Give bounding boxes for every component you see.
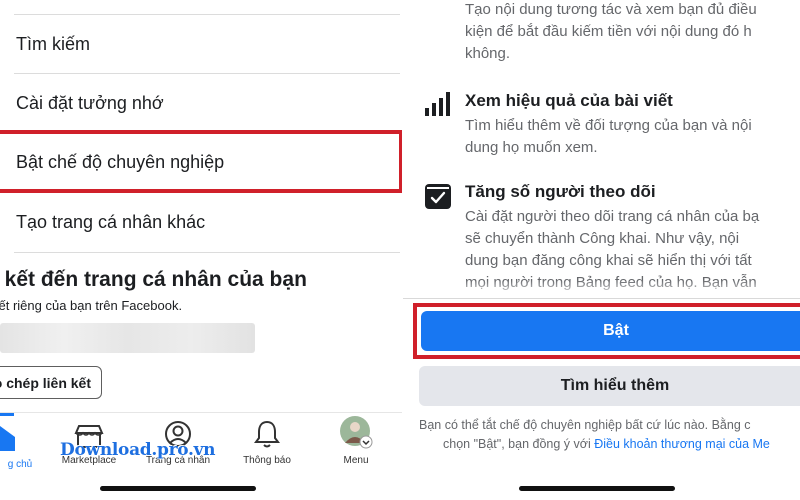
tab-home[interactable]: g chủ [0, 413, 45, 483]
profile-url-field [0, 323, 255, 353]
tab-label: Thông báo [243, 455, 291, 466]
highlight-box [0, 130, 402, 193]
learn-more-button[interactable]: Tìm hiểu thêm [419, 366, 800, 406]
copy-link-button[interactable]: o chép liên kết [0, 366, 102, 399]
divider [403, 298, 800, 299]
bell-icon [253, 413, 281, 449]
tab-menu[interactable]: Menu [311, 413, 401, 483]
feature-desc-line: dung bạn đăng công khai sẽ hiển thị với … [465, 252, 752, 269]
menu-item-create-profile[interactable]: Tạo trang cá nhân khác [0, 193, 402, 251]
divider [14, 252, 400, 253]
feature-title: Tăng số người theo dõi [465, 182, 656, 201]
feature-desc-line: Tìm hiểu thêm về đối tượng của bạn và nộ… [465, 117, 752, 134]
menu-item-label: Cài đặt tưởng nhớ [16, 92, 164, 113]
home-indicator [100, 486, 256, 491]
feature-title: Xem hiệu quả của bài viết [465, 91, 673, 110]
tab-label: Menu [343, 455, 369, 466]
terms-note-line-2: chọn "Bật", bạn đồng ý với Điều khoản th… [419, 435, 800, 454]
profile-menu-panel: Tìm kiếm Cài đặt tưởng nhớ Bật chế độ ch… [0, 0, 402, 500]
active-tab-indicator [0, 413, 14, 416]
watermark-logo: Download.pro.vn [60, 440, 216, 460]
profile-link-subtitle: kết riêng của bạn trên Facebook. [0, 298, 183, 313]
menu-item-label: Tạo trang cá nhân khác [16, 211, 206, 232]
home-indicator [519, 486, 675, 491]
profile-link-title: n kết đến trang cá nhân của bạn [0, 268, 307, 291]
menu-item-search[interactable]: Tìm kiếm [0, 15, 402, 73]
follower-inbox-icon [423, 181, 453, 211]
highlight-box [413, 303, 800, 359]
terms-note-text: chọn "Bật", bạn đồng ý với [443, 437, 595, 451]
feature-desc-line: sẽ chuyển thành Công khai. Như vậy, nội [465, 230, 740, 247]
menu-item-memorial-settings[interactable]: Cài đặt tưởng nhớ [0, 74, 402, 132]
menu-item-label: Tìm kiếm [16, 33, 90, 54]
feature-desc-line: Cài đặt người theo dõi trang cá nhân của… [465, 208, 760, 225]
feature-intro-line-1: Tạo nội dung tương tác và xem bạn đủ điề… [465, 1, 757, 18]
feature-intro-line-3: không. [465, 45, 511, 62]
tab-label: g chủ [7, 459, 33, 470]
terms-note-line-1: Bạn có thể tắt chế độ chuyên nghiệp bất … [419, 418, 751, 432]
home-icon [0, 413, 45, 451]
commercial-terms-link[interactable]: Điều khoản thương mại của Me [594, 437, 770, 451]
feature-desc-line: dung họ muốn xem. [465, 139, 598, 156]
professional-mode-panel: Tạo nội dung tương tác và xem bạn đủ điề… [403, 0, 800, 500]
avatar-icon [339, 413, 373, 449]
terms-note: Bạn có thể tắt chế độ chuyên nghiệp bất … [419, 416, 800, 454]
feature-intro-line-2: kiện để bắt đầu kiếm tiền với nội dung đ… [465, 23, 752, 40]
bar-chart-icon [423, 90, 453, 120]
scroll-fade [403, 280, 800, 298]
tab-notifications[interactable]: Thông báo [222, 413, 312, 483]
